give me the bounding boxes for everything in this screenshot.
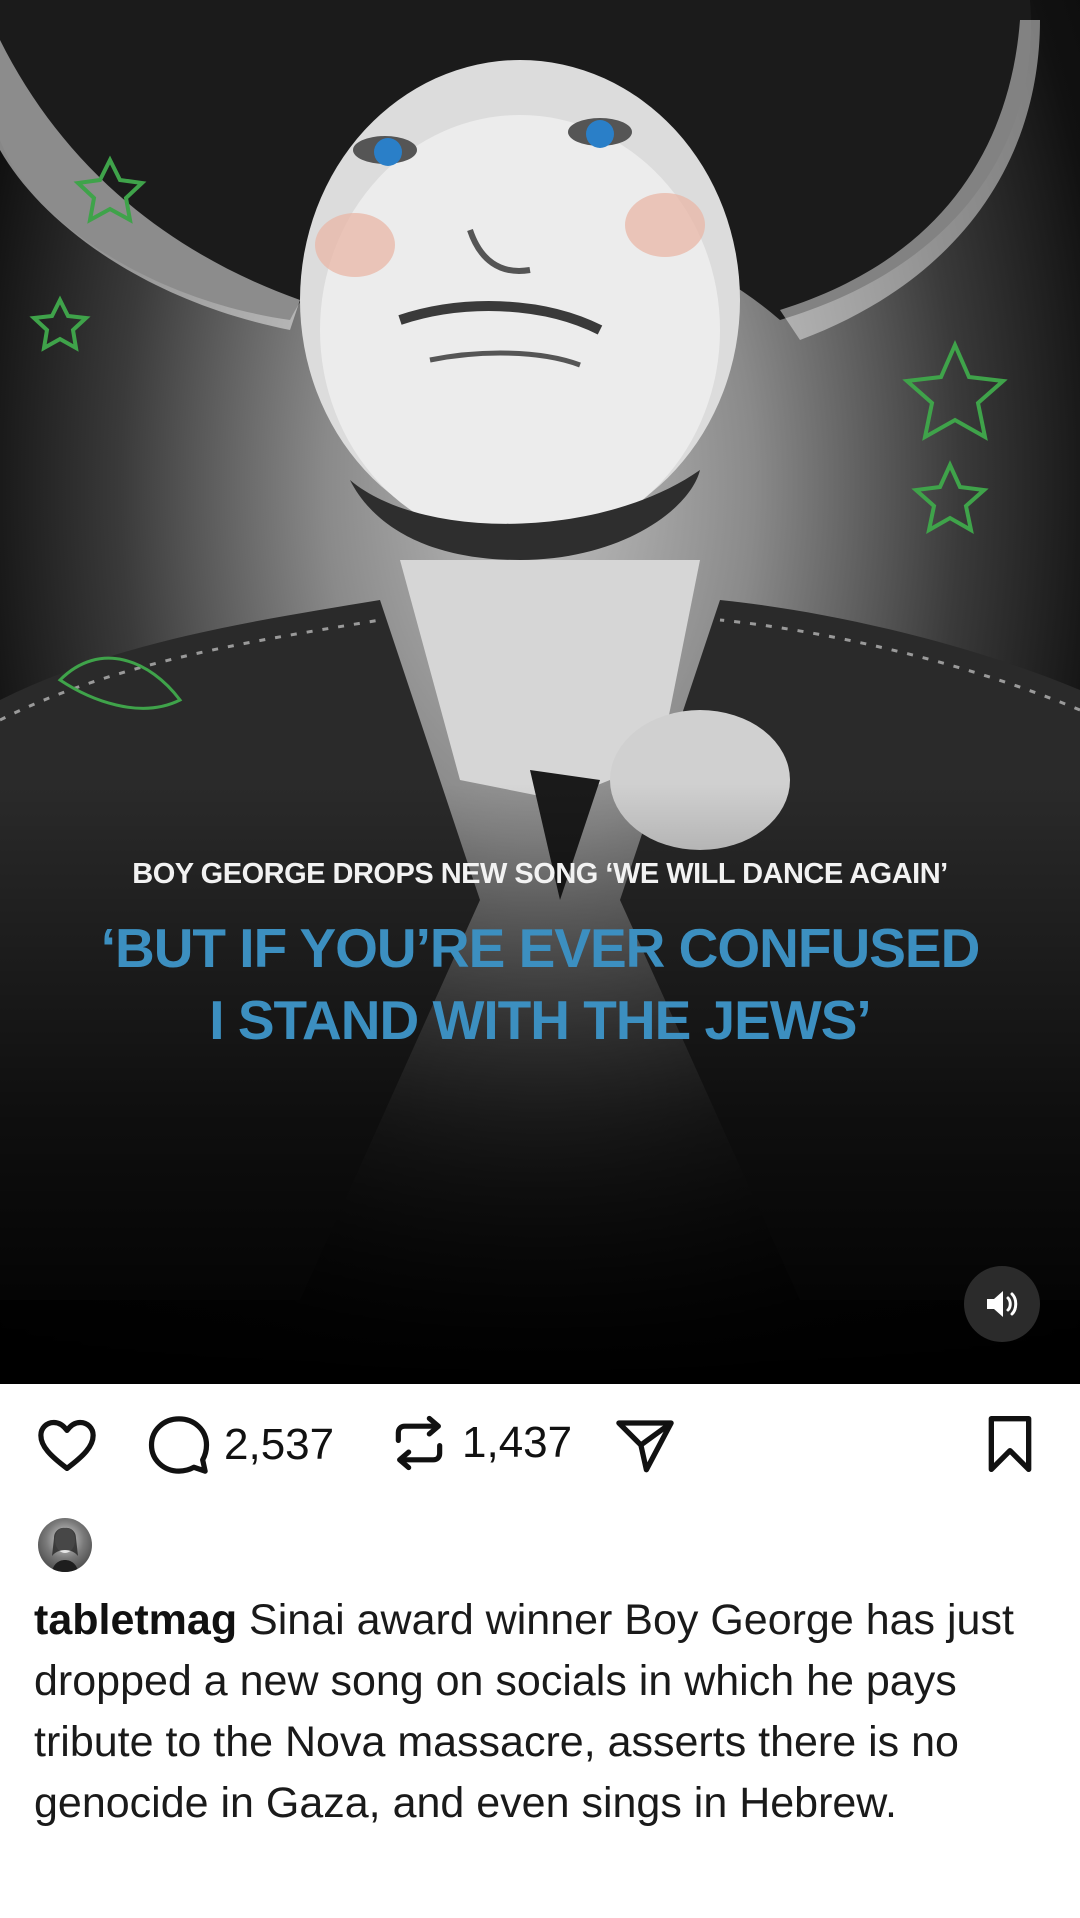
media-quote-line: I STAND WITH THE JEWS’ <box>209 989 871 1051</box>
media-quote: ‘BUT IF YOU’RE EVER CONFUSED I STAND WIT… <box>60 912 1020 1056</box>
post-action-bar: 2,537 1,437 <box>0 1400 1080 1496</box>
post-media[interactable]: BOY GEORGE DROPS NEW SONG ‘WE WILL DANCE… <box>0 0 1080 1384</box>
like-button[interactable] <box>34 1412 100 1478</box>
repost-count: 1,437 <box>462 1418 573 1467</box>
author-username[interactable]: tabletmag <box>34 1596 237 1644</box>
avatar-image <box>52 1527 78 1572</box>
speaker-on-icon <box>987 1291 1018 1317</box>
repost-button[interactable]: 1,437 <box>388 1412 572 1474</box>
comment-count: 2,537 <box>224 1420 335 1469</box>
mute-toggle-button[interactable] <box>964 1266 1040 1342</box>
send-icon <box>616 1420 674 1473</box>
comment-button[interactable]: 2,537 <box>146 1412 334 1478</box>
repost-icon <box>395 1415 443 1471</box>
post-caption: tabletmag Sinai award winner Boy George … <box>34 1590 1040 1834</box>
heart-icon <box>38 1419 96 1471</box>
save-button[interactable] <box>978 1412 1042 1476</box>
media-headline: BOY GEORGE DROPS NEW SONG ‘WE WILL DANCE… <box>132 858 948 890</box>
comment-bubble-icon <box>148 1416 210 1474</box>
author-avatar[interactable] <box>38 1518 92 1572</box>
share-button[interactable] <box>612 1412 678 1478</box>
bookmark-icon <box>988 1416 1032 1472</box>
media-quote-line: ‘BUT IF YOU’RE EVER CONFUSED <box>100 917 981 979</box>
